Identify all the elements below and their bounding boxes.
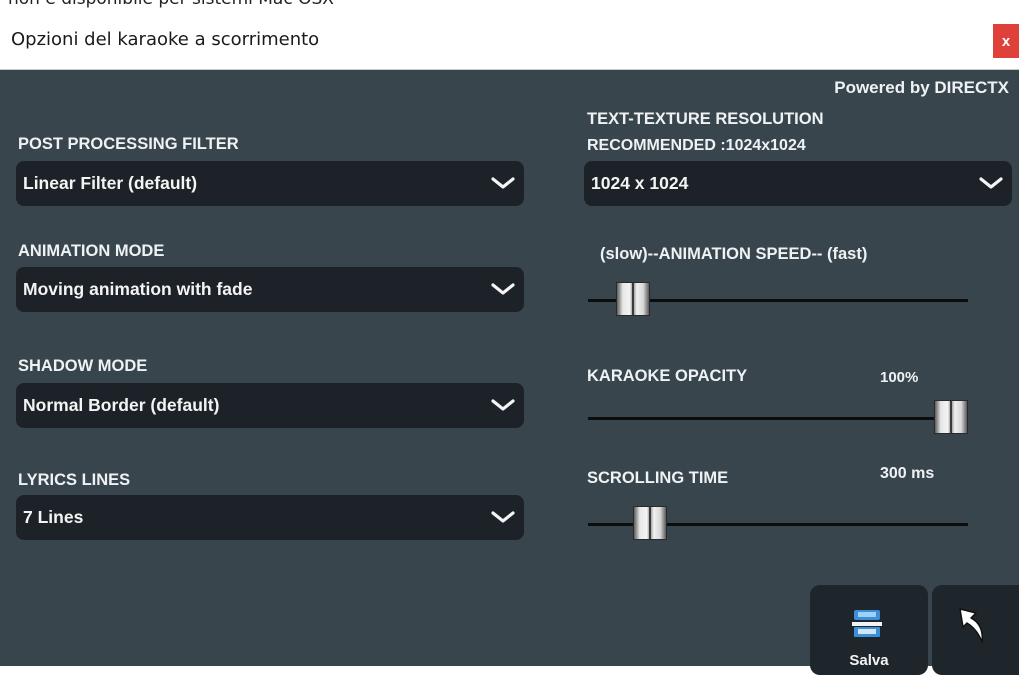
- karaoke-options-dialog: Opzioni del karaoke a scorrimento x Powe…: [0, 16, 1019, 675]
- slider-thumb[interactable]: [934, 400, 968, 434]
- animation-speed-label: (slow)--ANIMATION SPEED-- (fast): [600, 245, 868, 263]
- back-arrow-icon: [959, 608, 984, 643]
- scrolling-time-label: SCROLLING TIME: [587, 469, 729, 487]
- karaoke-opacity-slider[interactable]: [588, 398, 968, 438]
- texture-resolution-value: 1024 x 1024: [591, 173, 689, 193]
- powered-by-label: Powered by DIRECTX: [834, 78, 1009, 97]
- shadow-mode-label: SHADOW MODE: [18, 357, 148, 375]
- slider-track: [588, 417, 968, 420]
- animation-speed-slider[interactable]: [588, 280, 968, 320]
- close-button[interactable]: x: [993, 24, 1019, 58]
- texture-resolution-select[interactable]: 1024 x 1024: [584, 161, 1012, 206]
- save-icon: [852, 610, 882, 637]
- lyrics-lines-select[interactable]: 7 Lines: [16, 495, 524, 540]
- lyrics-lines-label: LYRICS LINES: [18, 471, 131, 489]
- animation-mode-select[interactable]: Moving animation with fade: [16, 267, 524, 312]
- save-button[interactable]: Salva: [810, 585, 928, 675]
- top-note-text: non è disponibile per sistemi Mac OSX: [8, 0, 334, 9]
- texture-resolution-label: TEXT-TEXTURE RESOLUTION: [587, 110, 824, 128]
- chevron-down-icon: [979, 177, 1003, 189]
- scrolling-time-slider[interactable]: [588, 504, 968, 544]
- chevron-down-icon: [491, 511, 515, 523]
- animation-mode-label: ANIMATION MODE: [18, 242, 165, 260]
- post-filter-select[interactable]: Linear Filter (default): [16, 161, 524, 206]
- slider-thumb[interactable]: [633, 506, 667, 540]
- shadow-mode-value: Normal Border (default): [23, 395, 220, 415]
- texture-recommended-label: RECOMMENDED :1024x1024: [587, 137, 806, 154]
- chevron-down-icon: [491, 283, 515, 295]
- slider-thumb[interactable]: [616, 282, 650, 316]
- chevron-down-icon: [491, 177, 515, 189]
- animation-mode-value: Moving animation with fade: [23, 279, 253, 299]
- shadow-mode-select[interactable]: Normal Border (default): [16, 383, 524, 428]
- karaoke-opacity-value: 100%: [880, 369, 919, 386]
- lyrics-lines-value: 7 Lines: [23, 507, 84, 527]
- scrolling-time-value: 300 ms: [880, 465, 935, 482]
- back-button[interactable]: [932, 585, 1019, 675]
- window-title: Opzioni del karaoke a scorrimento: [11, 29, 320, 50]
- save-button-label: Salva: [849, 652, 889, 669]
- post-filter-label: POST PROCESSING FILTER: [18, 135, 239, 153]
- chevron-down-icon: [491, 399, 515, 411]
- karaoke-opacity-label: KARAOKE OPACITY: [587, 367, 748, 385]
- title-bar: Opzioni del karaoke a scorrimento x: [0, 16, 1019, 70]
- post-filter-value: Linear Filter (default): [23, 173, 198, 193]
